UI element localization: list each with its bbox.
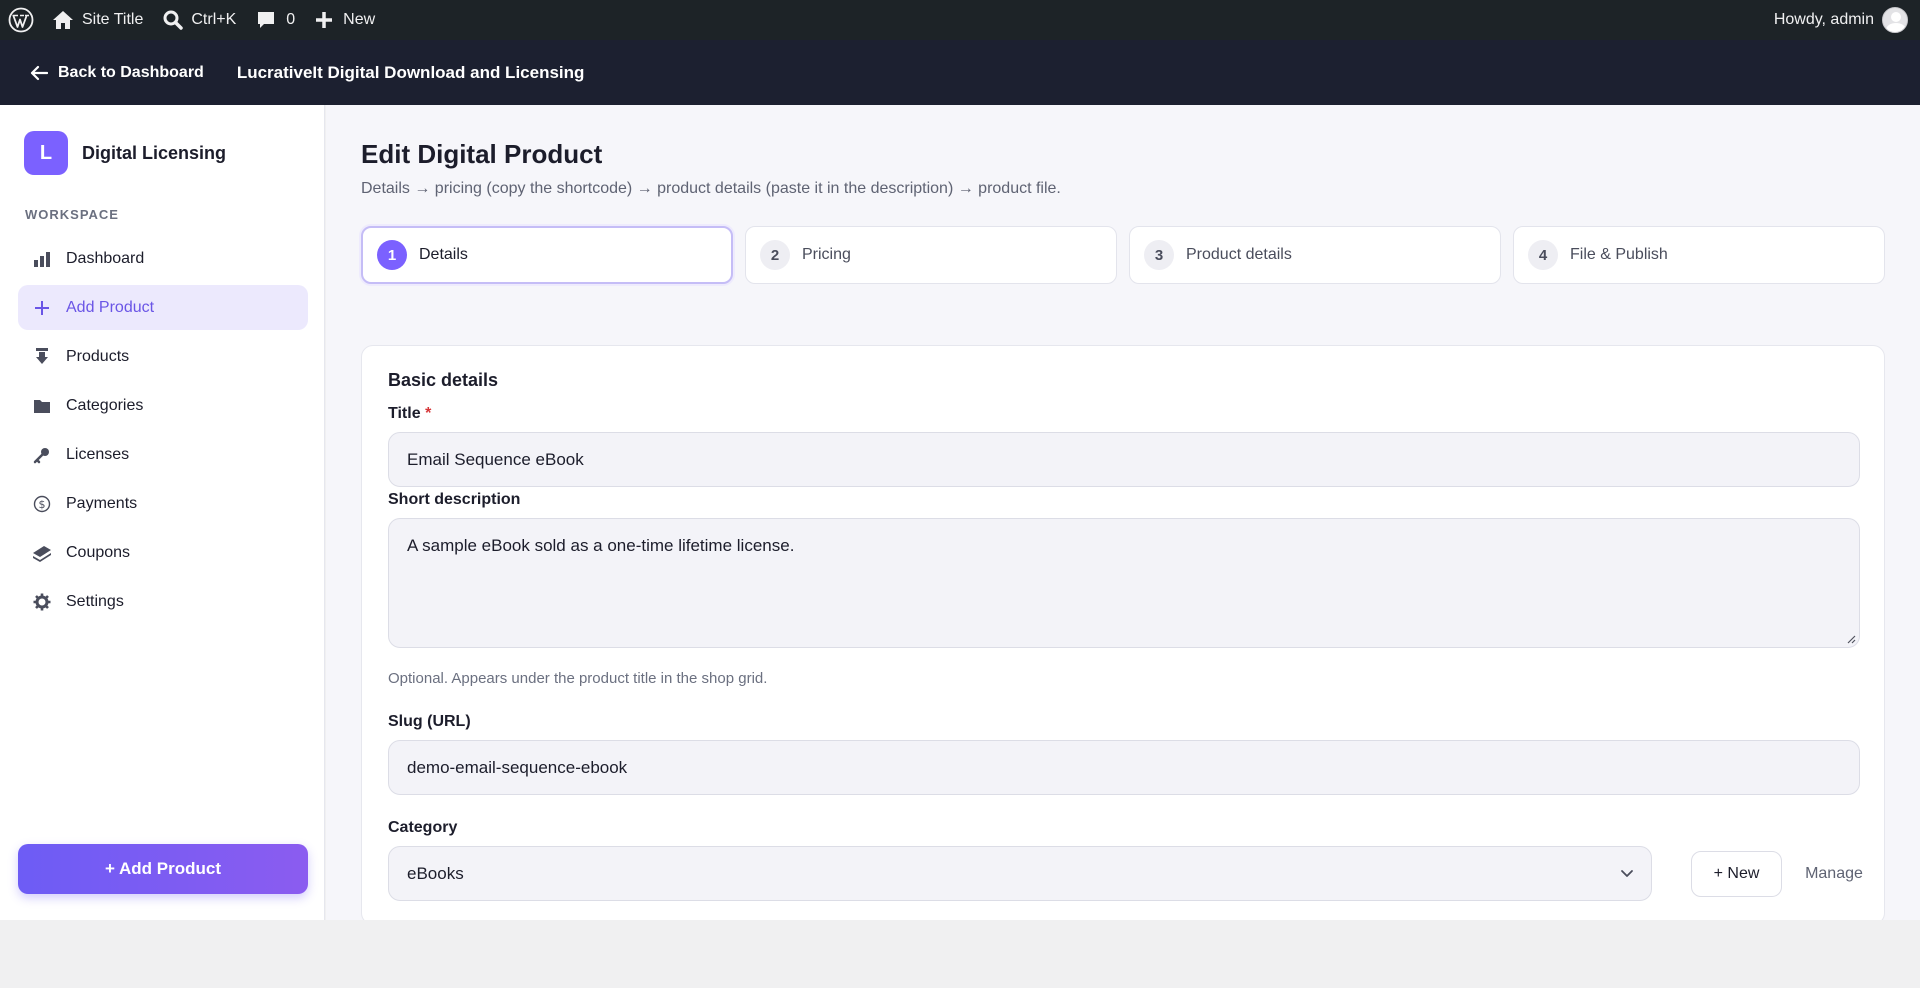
search-shortcut-label: Ctrl+K [191,11,237,28]
sidebar-item-label: Settings [66,592,124,610]
site-title-link[interactable]: Site Title [42,0,153,40]
svg-text:$: $ [39,498,46,511]
search-icon [163,10,184,30]
page-footer-area [0,920,1920,988]
brand: L Digital Licensing [24,131,226,175]
comments-count: 0 [286,11,296,28]
step-file-publish[interactable]: 4 File & Publish [1513,226,1885,284]
page-subtitle: Details → pricing (copy the shortcode) →… [361,180,1061,197]
title-input-value: Email Sequence eBook [407,449,584,469]
chevron-down-icon [1621,870,1633,877]
step-label: Details [419,246,468,263]
step-number: 1 [377,240,407,270]
sidebar-item-label: Add Product [66,298,155,316]
back-label: Back to Dashboard [58,63,204,81]
step-label: File & Publish [1570,246,1668,263]
arrow-left-icon [30,65,48,80]
step-label: Product details [1186,246,1292,263]
sidebar-item-add-product[interactable]: Add Product [18,285,308,330]
step-number: 4 [1528,240,1558,270]
add-product-button[interactable]: + Add Product [18,844,308,894]
sidebar-item-label: Dashboard [66,249,145,267]
sidebar-item-label: Licenses [66,445,130,463]
sidebar-item-label: Payments [66,494,138,512]
bar-chart-icon [32,249,52,269]
sidebar-nav: Dashboard Add Product Products Categorie… [18,236,308,628]
short-description-help: Optional. Appears under the product titl… [388,670,768,687]
brand-name: Digital Licensing [82,142,227,163]
page-title: Edit Digital Product [361,139,603,169]
resize-handle-icon[interactable] [1846,634,1856,644]
step-number: 2 [760,240,790,270]
title-input[interactable]: Email Sequence eBook [388,432,1860,487]
home-icon [53,11,73,29]
plus-icon [316,12,333,28]
step-product-details[interactable]: 3 Product details [1129,226,1501,284]
plus-icon [32,298,52,318]
download-icon [32,347,52,367]
coupon-icon [32,543,52,563]
sidebar-item-label: Categories [66,396,144,414]
site-title-label: Site Title [82,11,144,28]
required-mark: * [425,405,432,422]
sidebar-item-coupons[interactable]: Coupons [18,530,308,575]
short-description-value: A sample eBook sold as a one-time lifeti… [407,536,795,555]
main-content: Edit Digital Product Details → pricing (… [326,105,1920,925]
sidebar-item-payments[interactable]: $ Payments [18,481,308,526]
category-select[interactable]: eBooks [388,846,1652,901]
search-shortcut[interactable]: Ctrl+K [153,0,246,40]
howdy-label: Howdy, admin [1773,11,1874,28]
step-details[interactable]: 1 Details [361,226,733,284]
new-label: New [343,11,376,28]
wizard-steps: 1 Details 2 Pricing 3 Product details 4 … [361,226,1885,284]
card-title: Basic details [388,370,499,390]
step-number: 3 [1144,240,1174,270]
account-menu[interactable]: Howdy, admin [1764,0,1920,40]
short-description-textarea[interactable]: A sample eBook sold as a one-time lifeti… [388,518,1860,648]
step-label: Pricing [802,246,851,263]
plugin-name: LucrativeIt Digital Download and Licensi… [236,62,585,82]
sidebar-item-label: Coupons [66,543,131,561]
comments-link[interactable]: 0 [246,0,305,40]
comment-icon [258,12,275,28]
category-selected-value: eBooks [407,863,464,883]
category-label: Category [388,819,458,836]
gear-icon [32,592,52,612]
title-field-label: Title * [388,405,431,423]
manage-categories-button[interactable]: Manage [1794,851,1874,897]
sidebar-item-dashboard[interactable]: Dashboard [18,236,308,281]
slug-input-value: demo-email-sequence-ebook [407,757,628,777]
new-content-link[interactable]: New [305,0,385,40]
avatar [1882,7,1908,33]
key-icon [32,445,52,465]
title-label-text: Title [388,405,421,422]
basic-details-card: Basic details Title * Email Sequence eBo… [361,345,1885,925]
wordpress-logo-icon[interactable] [0,0,42,40]
sidebar: L Digital Licensing WORKSPACE Dashboard … [0,105,325,920]
sidebar-item-categories[interactable]: Categories [18,383,308,428]
step-pricing[interactable]: 2 Pricing [745,226,1117,284]
back-to-dashboard-link[interactable]: Back to Dashboard [30,64,204,82]
sidebar-item-products[interactable]: Products [18,334,308,379]
folder-icon [32,396,52,416]
workspace-section-label: WORKSPACE [25,207,119,222]
new-category-button[interactable]: + New [1691,851,1782,897]
short-description-label: Short description [388,491,521,508]
sidebar-item-settings[interactable]: Settings [18,579,308,624]
sidebar-item-licenses[interactable]: Licenses [18,432,308,477]
brand-logo: L [24,131,68,175]
admin-bar: Site Title Ctrl+K 0 New Howdy, admin [0,0,1920,40]
dollar-icon: $ [32,494,52,514]
slug-input[interactable]: demo-email-sequence-ebook [388,740,1860,795]
plugin-header: Back to Dashboard LucrativeIt Digital Do… [0,40,1920,105]
slug-label: Slug (URL) [388,713,471,730]
sidebar-item-label: Products [66,347,130,365]
